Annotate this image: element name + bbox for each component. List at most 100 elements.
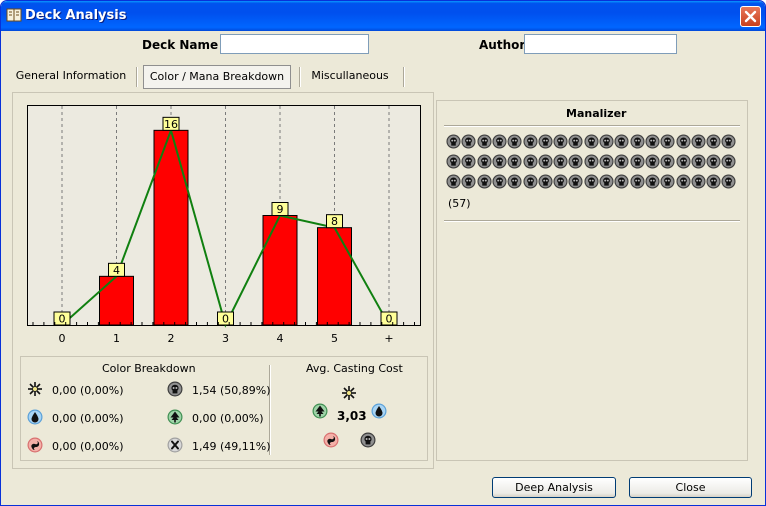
black-mana-icon (645, 174, 660, 189)
black-mana-icon (538, 154, 553, 169)
mana-curve-chart: 0 4 16 0 9 8 0 0 1 2 3 4 5 + (27, 105, 421, 345)
tab-divider (403, 67, 405, 87)
bar-cmc-5 (317, 227, 352, 326)
white-mana-icon (341, 385, 357, 401)
black-mana-icon (676, 174, 691, 189)
data-label: 9 (277, 203, 284, 216)
chart-plot-area (27, 105, 421, 326)
black-mana-icon (167, 381, 183, 397)
manalizer-symbols (446, 134, 741, 194)
red-mana-icon (27, 437, 43, 453)
avg-casting-cost-value: 3,03 (337, 409, 367, 423)
black-mana-icon (446, 134, 461, 149)
black-mana-icon (568, 154, 583, 169)
blue-mana-icon (371, 403, 387, 419)
black-mana-icon (477, 134, 492, 149)
black-mana-icon (584, 174, 599, 189)
black-mana-icon (461, 154, 476, 169)
black-mana-icon (568, 174, 583, 189)
x-tick-label: 2 (168, 332, 175, 345)
author-field[interactable] (524, 34, 677, 54)
black-mana-icon (461, 174, 476, 189)
black-mana-icon (553, 174, 568, 189)
deck-name-label: Deck Name (142, 38, 219, 52)
black-mana-icon (691, 174, 706, 189)
tab-color-mana-breakdown[interactable]: Color / Mana Breakdown (143, 65, 291, 89)
black-mana-icon (461, 134, 476, 149)
black-mana-icon (614, 174, 629, 189)
deck-name-field[interactable] (220, 34, 369, 54)
white-mana-icon (27, 381, 43, 397)
window-title: Deck Analysis (25, 8, 127, 23)
black-mana-icon (507, 134, 522, 149)
black-mana-icon (360, 432, 376, 448)
black-mana-icon (706, 154, 721, 169)
black-mana-icon (660, 134, 675, 149)
green-mana-icon (312, 403, 328, 419)
black-mana-icon (492, 154, 507, 169)
black-mana-icon (691, 154, 706, 169)
black-mana-icon (477, 174, 492, 189)
tab-divider (299, 67, 301, 87)
black-mana-icon (660, 174, 675, 189)
black-mana-icon (630, 154, 645, 169)
close-icon (744, 10, 757, 23)
avg-casting-cost-title: Avg. Casting Cost (306, 362, 403, 375)
black-mana-icon (721, 154, 736, 169)
data-label: 0 (59, 313, 66, 326)
black-mana-icon (538, 174, 553, 189)
bar-cmc-1 (99, 275, 134, 326)
tab-divider (136, 67, 138, 87)
manalizer-count: (57) (448, 197, 471, 210)
deck-book-icon (6, 8, 22, 22)
black-mana-icon (553, 134, 568, 149)
colorless-mana-value: 1,49 (49,11%) (192, 440, 271, 453)
x-tick-label: 4 (277, 332, 284, 345)
black-mana-icon (691, 134, 706, 149)
green-mana-value: 0,00 (0,00%) (192, 412, 264, 425)
black-mana-icon (599, 134, 614, 149)
color-breakdown-title: Color Breakdown (102, 362, 196, 375)
author-label: Author (479, 38, 526, 52)
black-mana-icon (523, 134, 538, 149)
black-mana-icon (446, 154, 461, 169)
deep-analysis-button[interactable]: Deep Analysis (492, 477, 616, 498)
black-mana-icon (553, 154, 568, 169)
x-tick-label: + (384, 332, 393, 345)
black-mana-icon (706, 134, 721, 149)
black-mana-icon (706, 174, 721, 189)
manalizer-divider (444, 125, 740, 127)
blue-mana-value: 0,00 (0,00%) (52, 412, 124, 425)
black-mana-icon (614, 154, 629, 169)
close-button[interactable]: Close (629, 477, 752, 498)
black-mana-icon (630, 174, 645, 189)
black-mana-icon (523, 154, 538, 169)
window-close-button[interactable] (740, 6, 761, 27)
data-label: 16 (164, 118, 178, 131)
black-mana-icon (676, 154, 691, 169)
black-mana-icon (645, 134, 660, 149)
x-tick-label: 1 (113, 332, 120, 345)
blue-mana-icon (27, 409, 43, 425)
colorless-mana-icon (167, 437, 183, 453)
black-mana-icon (492, 174, 507, 189)
title-bar[interactable]: Deck Analysis (1, 1, 765, 31)
green-mana-icon (167, 409, 183, 425)
black-mana-icon (507, 154, 522, 169)
black-mana-icon (538, 134, 553, 149)
black-mana-icon (599, 174, 614, 189)
x-tick-label: 3 (222, 332, 229, 345)
black-mana-icon (721, 174, 736, 189)
black-mana-icon (584, 134, 599, 149)
black-mana-icon (523, 174, 538, 189)
red-mana-value: 0,00 (0,00%) (52, 440, 124, 453)
tab-miscellaneous[interactable]: Miscullaneous (307, 65, 393, 89)
black-mana-icon (507, 174, 522, 189)
black-mana-icon (446, 174, 461, 189)
x-tick-label: 5 (331, 332, 338, 345)
black-mana-icon (584, 154, 599, 169)
black-mana-icon (477, 154, 492, 169)
black-mana-icon (492, 134, 507, 149)
black-mana-icon (614, 134, 629, 149)
tab-general-information[interactable]: General Information (15, 65, 127, 89)
